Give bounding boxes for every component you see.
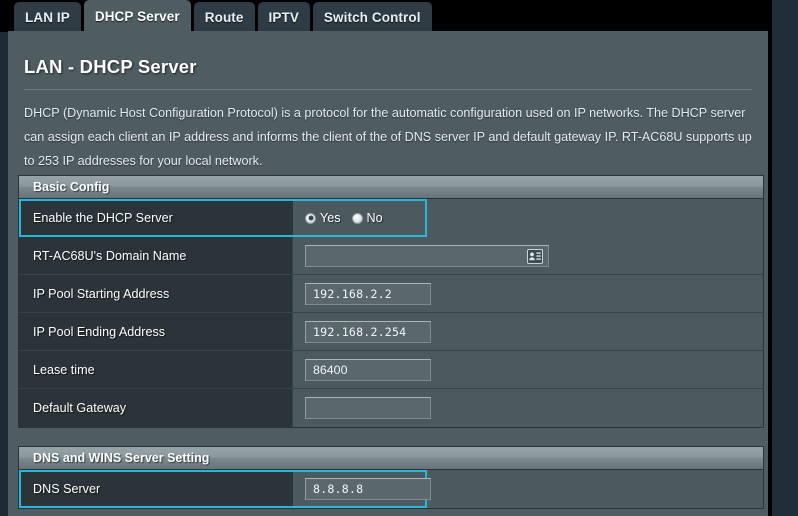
row-label: Lease time xyxy=(19,351,293,388)
row-ip-pool-start: IP Pool Starting Address 192.168.2.2 xyxy=(19,275,763,313)
basic-config-table: Basic Config Enable the DHCP Server Yes … xyxy=(18,175,764,428)
ip-pool-start-value: 192.168.2.2 xyxy=(313,286,392,301)
row-label: DNS Server xyxy=(19,470,293,508)
tab-label: Switch Control xyxy=(323,9,421,25)
tab-dhcp-server[interactable]: DHCP Server xyxy=(83,0,191,32)
lease-time-value: 86400 xyxy=(313,362,348,377)
tab-iptv[interactable]: IPTV xyxy=(257,2,310,32)
tab-route[interactable]: Route xyxy=(193,2,255,32)
radio-option-yes[interactable]: Yes xyxy=(305,211,341,225)
row-value xyxy=(293,389,763,427)
row-lease-time: Lease time 86400 xyxy=(19,351,763,389)
row-label: RT-AC68U's Domain Name xyxy=(19,237,293,274)
row-label: IP Pool Ending Address xyxy=(19,313,293,350)
dns-wins-table: DNS and WINS Server Setting DNS Server 8… xyxy=(18,446,764,509)
page-title: LAN - DHCP Server xyxy=(24,56,197,77)
row-label: IP Pool Starting Address xyxy=(19,275,293,312)
row-value: 8.8.8.8 xyxy=(293,470,763,508)
row-default-gateway: Default Gateway xyxy=(19,389,763,427)
ip-pool-start-input[interactable]: 192.168.2.2 xyxy=(305,282,431,305)
row-ip-pool-end: IP Pool Ending Address 192.168.2.254 xyxy=(19,313,763,351)
dns-server-value: 8.8.8.8 xyxy=(313,482,364,496)
radio-no-label: No xyxy=(366,211,383,225)
tab-label: LAN IP xyxy=(25,9,70,25)
radio-yes-indicator[interactable] xyxy=(305,212,316,224)
radio-yes-label: Yes xyxy=(320,211,341,225)
dns-server-input[interactable]: 8.8.8.8 xyxy=(305,478,431,500)
lease-time-input[interactable]: 86400 xyxy=(305,358,431,381)
page-description: DHCP (Dynamic Host Configuration Protoco… xyxy=(24,106,752,168)
radio-no-indicator[interactable] xyxy=(351,212,363,224)
right-edge-band xyxy=(772,0,798,516)
row-value: 192.168.2.2 xyxy=(293,275,763,312)
row-domain-name: RT-AC68U's Domain Name xyxy=(19,237,763,275)
basic-config-heading: Basic Config xyxy=(19,176,763,199)
left-edge-band xyxy=(0,0,8,516)
title-divider xyxy=(24,89,752,90)
row-value xyxy=(293,237,763,274)
row-label: Enable the DHCP Server xyxy=(19,199,293,237)
radio-option-no[interactable]: No xyxy=(351,211,383,225)
enable-dhcp-radio-group: Yes No xyxy=(305,211,383,225)
tab-switch-control[interactable]: Switch Control xyxy=(312,2,432,32)
ip-pool-end-input[interactable]: 192.168.2.254 xyxy=(305,320,431,343)
dns-wins-heading: DNS and WINS Server Setting xyxy=(19,447,763,470)
default-gateway-input[interactable] xyxy=(305,397,431,419)
contact-card-icon[interactable] xyxy=(527,248,543,264)
tab-label: Route xyxy=(204,9,244,25)
router-admin-screen: LAN IP DHCP Server Route IPTV Switch Con… xyxy=(0,0,798,516)
tab-bar: LAN IP DHCP Server Route IPTV Switch Con… xyxy=(0,0,798,32)
row-enable-dhcp-server: Enable the DHCP Server Yes No xyxy=(19,199,763,237)
tab-label: DHCP Server xyxy=(94,8,180,24)
row-value: Yes No xyxy=(293,199,763,237)
ip-pool-end-value: 192.168.2.254 xyxy=(313,324,407,339)
tab-lan-ip[interactable]: LAN IP xyxy=(14,2,81,32)
row-dns-server: DNS Server 8.8.8.8 xyxy=(19,470,763,508)
content-panel: LAN - DHCP Server DHCP (Dynamic Host Con… xyxy=(8,31,768,516)
row-value: 192.168.2.254 xyxy=(293,313,763,350)
domain-name-input[interactable] xyxy=(305,244,549,267)
row-label: Default Gateway xyxy=(19,389,293,427)
row-value: 86400 xyxy=(293,351,763,388)
tab-label: IPTV xyxy=(268,9,299,25)
